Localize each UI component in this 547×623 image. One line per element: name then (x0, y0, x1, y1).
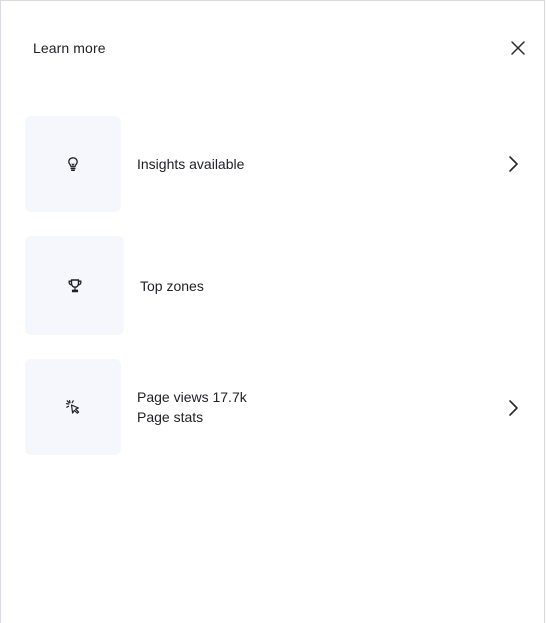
insights-tile (25, 116, 121, 212)
close-icon (511, 41, 525, 55)
cursor-click-icon (66, 400, 80, 414)
chevron-right-icon (509, 156, 518, 172)
insights-item[interactable]: Insights available (25, 116, 525, 212)
insights-label: Insights available (137, 156, 245, 172)
page-stats-label: Page stats (137, 409, 204, 425)
page-views-tile (25, 359, 121, 455)
page-views-label: Page views 17.7k (137, 389, 247, 405)
close-button[interactable] (506, 36, 530, 60)
top-zones-item[interactable]: Top zones (25, 236, 525, 335)
page-views-chevron[interactable] (505, 398, 521, 418)
top-zones-tile (25, 236, 124, 335)
panel-title: Learn more (33, 40, 106, 56)
trophy-icon (68, 278, 81, 292)
insights-chevron[interactable] (505, 154, 521, 174)
top-zones-label: Top zones (140, 278, 204, 294)
chevron-right-icon (509, 400, 518, 416)
lightbulb-icon (68, 157, 78, 171)
learn-more-panel: Learn more Insights available Top zones … (0, 0, 545, 623)
page-views-item[interactable]: Page views 17.7k Page stats (25, 359, 525, 455)
